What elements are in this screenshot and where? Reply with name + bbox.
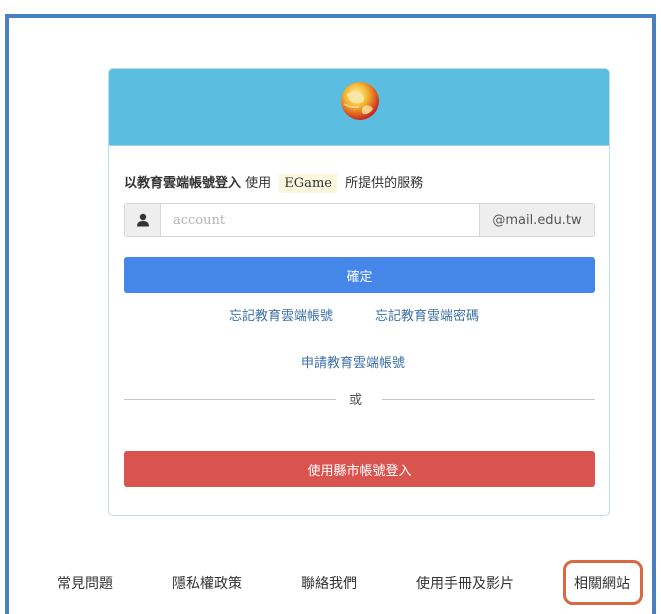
- footer-faq-link[interactable]: 常見問題: [57, 573, 113, 593]
- intro-use: 使用: [245, 176, 272, 191]
- service-name: EGame: [279, 174, 337, 193]
- login-intro: 以教育雲端帳號登入 使用 EGame 所提供的服務: [124, 172, 423, 193]
- footer-manual-link[interactable]: 使用手冊及影片: [416, 573, 514, 593]
- account-input[interactable]: [161, 204, 479, 236]
- footer-contact-link[interactable]: 聯絡我們: [301, 573, 357, 593]
- globe-icon: [341, 82, 379, 120]
- related-sites-highlight: [563, 560, 643, 605]
- divider-right: [382, 399, 595, 400]
- apply-account-link[interactable]: 申請教育雲端帳號: [301, 352, 405, 371]
- confirm-button[interactable]: 確定: [124, 257, 595, 293]
- account-input-group: @mail.edu.tw: [124, 203, 595, 237]
- or-text: 或: [349, 393, 363, 408]
- forgot-password-link[interactable]: 忘記教育雲端密碼: [375, 305, 479, 324]
- user-icon: [136, 213, 149, 227]
- intro-suffix: 所提供的服務: [345, 176, 424, 191]
- card-header: [109, 69, 609, 146]
- city-login-button[interactable]: 使用縣市帳號登入: [124, 451, 595, 487]
- domain-suffix: @mail.edu.tw: [479, 204, 594, 236]
- footer-privacy-link[interactable]: 隱私權政策: [172, 573, 242, 593]
- login-card: 以教育雲端帳號登入 使用 EGame 所提供的服務 @mail.edu.tw 確…: [108, 68, 610, 516]
- forgot-account-link[interactable]: 忘記教育雲端帳號: [229, 305, 333, 324]
- divider-left: [124, 399, 336, 400]
- user-addon: [125, 204, 161, 236]
- intro-prefix: 以教育雲端帳號登入: [124, 176, 242, 191]
